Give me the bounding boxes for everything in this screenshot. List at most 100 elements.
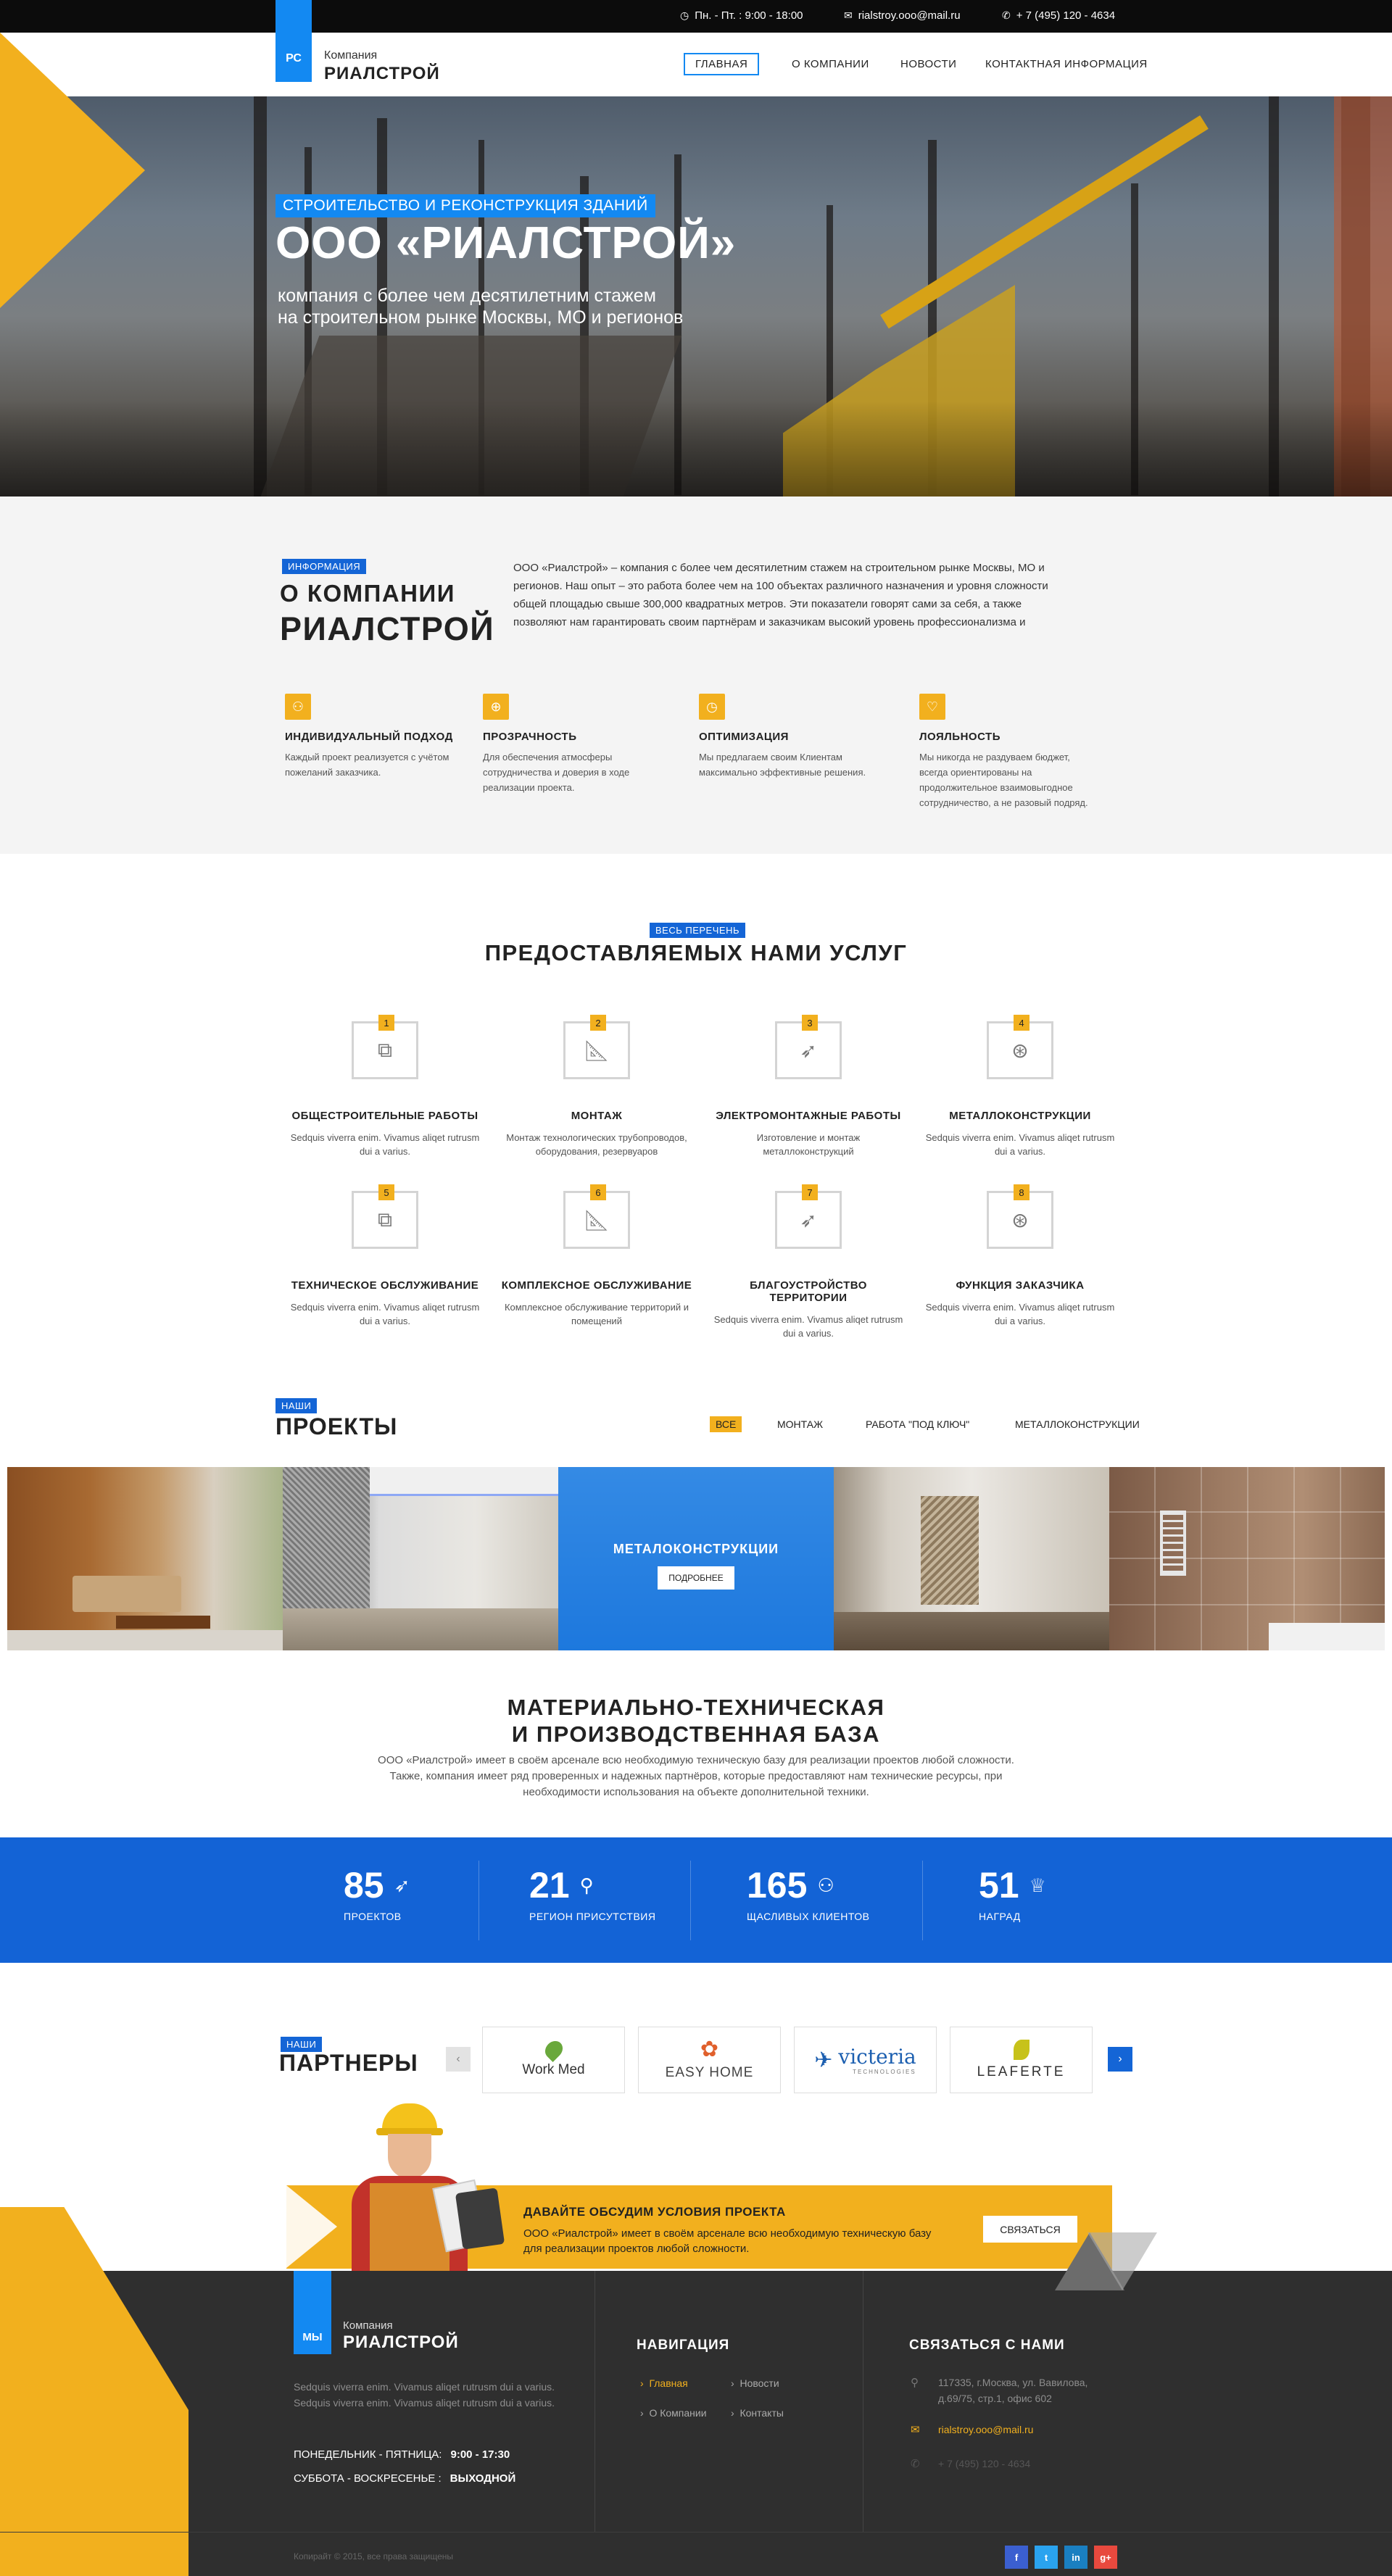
footer-hours-weekdays: ПОНЕДЕЛЬНИК - ПЯТНИЦА: 9:00 - 17:30 xyxy=(294,2448,510,2461)
logo-badge[interactable]: РС xyxy=(276,0,312,82)
services-tag: ВЕСЬ ПЕРЕЧЕНЬ xyxy=(650,923,745,938)
logo-name[interactable]: РИАЛСТРОЙ xyxy=(324,64,440,84)
location-icon: ⚲ xyxy=(911,2377,919,2389)
stat-projects: 85 ➶ ПРОЕКТОВ xyxy=(344,1865,410,1922)
service-item[interactable]: 5 ⧉ ТЕХНИЧЕСКОЕ ОБСЛУЖИВАНИЕ Sedquis vive… xyxy=(287,1184,483,1328)
globe-icon: ⊕ xyxy=(483,694,509,720)
feature-text: Каждый проект реализуется с учётом пожел… xyxy=(285,752,450,778)
lifebuoy-icon: 4 ⊛ xyxy=(987,1015,1053,1079)
footer-bottom-divider xyxy=(0,2532,1392,2533)
twitter-icon[interactable]: t xyxy=(1035,2546,1058,2569)
decor-yellow-triangle xyxy=(0,33,145,308)
copy-icon: 1 ⧉ xyxy=(352,1015,418,1079)
rocket-icon: ➶ xyxy=(394,1874,410,1896)
project-image[interactable] xyxy=(1109,1467,1385,1650)
footer-logo-name[interactable]: РИАЛСТРОЙ xyxy=(343,2332,459,2353)
project-image[interactable] xyxy=(834,1467,1109,1650)
partners-next-button[interactable]: › xyxy=(1108,2047,1132,2072)
feature-text: Мы предлагаем своим Клиентам максимально… xyxy=(699,752,866,778)
bulb-icon: ⚲ xyxy=(579,1874,594,1896)
stat-divider xyxy=(478,1861,479,1940)
ruler-icon: 6 📐︎ xyxy=(563,1184,630,1249)
projects-tag: НАШИ xyxy=(276,1398,318,1413)
footer-logo-badge[interactable]: МЫ xyxy=(294,2271,331,2354)
flower-icon: ✿ xyxy=(700,2037,719,2061)
hero-tag: СТРОИТЕЛЬСТВО И РЕКОНСТРУКЦИЯ ЗДАНИЙ xyxy=(276,194,655,217)
service-item[interactable]: 7 ➶ БЛАГОУСТРОЙСТВО ТЕРРИТОРИИ Sedquis vi… xyxy=(710,1184,906,1340)
feature-title: ОПТИМИЗАЦИЯ xyxy=(699,731,789,743)
filter-mounting[interactable]: МОНТАЖ xyxy=(777,1418,823,1430)
footer-nav-home[interactable]: › Главная xyxy=(640,2377,688,2389)
filter-turnkey[interactable]: РАБОТА "ПОД КЛЮЧ" xyxy=(866,1418,969,1430)
copyright: Копирайт © 2015, все права защищены xyxy=(294,2551,454,2562)
about-title-1: О КОМПАНИИ xyxy=(280,580,455,607)
footer-email[interactable]: rialstroy.ooo@mail.ru xyxy=(938,2424,1033,2435)
partner-logo-leaferte[interactable]: LEAFERTE xyxy=(950,2027,1093,2093)
decor-yellow-shape xyxy=(0,2207,188,2576)
filter-all[interactable]: ВСЕ xyxy=(710,1416,742,1432)
partner-logo-easyhome[interactable]: ✿ EASY HOME xyxy=(638,2027,781,2093)
base-title: МАТЕРИАЛЬНО-ТЕХНИЧЕСКАЯ И ПРОИЗВОДСТВЕНН… xyxy=(507,1695,885,1747)
feature-title: ИНДИВИДУАЛЬНЫЙ ПОДХОД xyxy=(285,731,453,743)
service-item[interactable]: 2 📐︎ МОНТАЖ Монтаж технологических трубоп… xyxy=(499,1015,695,1158)
about-title-2: РИАЛСТРОЙ xyxy=(280,610,495,647)
footer-contact-title: Связаться с нами xyxy=(909,2338,1065,2353)
service-item[interactable]: 4 ⊛ МЕТАЛЛОКОНСТРУКЦИИ Sedquis viverra en… xyxy=(922,1015,1118,1158)
about-text: ООО «Риалстрой» – компания с более чем д… xyxy=(513,562,1048,628)
service-item[interactable]: 8 ⊛ ФУНКЦИЯ ЗАКАЗЧИКА Sedquis viverra eni… xyxy=(922,1184,1118,1328)
facebook-icon[interactable]: f xyxy=(1005,2546,1028,2569)
service-item[interactable]: 1 ⧉ ОБЩЕСТРОИТЕЛЬНЫЕ РАБОТЫ Sedquis viver… xyxy=(287,1015,483,1158)
clock-icon: ◷ xyxy=(680,9,689,21)
about-section xyxy=(0,496,1392,854)
working-hours: ◷ Пн. - Пт. : 9:00 - 18:00 xyxy=(680,9,803,22)
partners-title: ПАРТНЕРЫ xyxy=(279,2050,418,2076)
top-phone[interactable]: ✆ + 7 (495) 120 - 4634 xyxy=(1002,9,1115,22)
footer-text: Sedquis viverra enim. Vivamus aliqet rut… xyxy=(294,2381,555,2409)
leaf-icon xyxy=(1013,2040,1030,2060)
footer-phone[interactable]: + 7 (495) 120 - 4634 xyxy=(938,2458,1030,2469)
nav-about[interactable]: О КОМПАНИИ xyxy=(792,58,869,70)
footer xyxy=(0,2271,1392,2576)
service-item[interactable]: 6 📐︎ КОМПЛЕКСНОЕ ОБСЛУЖИВАНИЕ Комплексное… xyxy=(499,1184,695,1328)
heart-icon: ♡ xyxy=(919,694,945,720)
footer-address: 117335, г.Москва, ул. Вавилова, д.69/75,… xyxy=(938,2377,1088,2404)
filter-metal[interactable]: МЕТАЛЛОКОНСТРУКЦИИ xyxy=(1015,1418,1140,1430)
base-text: ООО «Риалстрой» имеет в своём арсенале в… xyxy=(378,1754,1014,1798)
google-plus-icon[interactable]: g+ xyxy=(1094,2546,1117,2569)
linkedin-icon[interactable]: in xyxy=(1064,2546,1088,2569)
logo-small-text: Компания xyxy=(324,49,378,62)
project-image[interactable] xyxy=(7,1467,283,1650)
partner-logo-victeria[interactable]: ✈ victeria TECHNOLOGIES xyxy=(794,2027,937,2093)
footer-nav-about[interactable]: › О Компании xyxy=(640,2407,707,2419)
project-image[interactable]: МЕТАЛОКОНСТРУКЦИИ ПОДРОБНЕЕ xyxy=(558,1467,834,1650)
footer-nav-news[interactable]: › Новости xyxy=(731,2377,779,2389)
top-email[interactable]: ✉ rialstroy.ooo@mail.ru xyxy=(844,9,961,22)
feature-text: Для обеспечения атмосферы сотрудничества… xyxy=(483,752,630,793)
nav-contacts[interactable]: КОНТАКТНАЯ ИНФОРМАЦИЯ xyxy=(985,58,1148,70)
hero-title: ООО «РИАЛСТРОЙ» xyxy=(276,218,737,268)
ruler-icon: 2 📐︎ xyxy=(563,1015,630,1079)
rocket-icon: 7 ➶ xyxy=(775,1184,842,1249)
trophy-icon: ♕ xyxy=(1029,1874,1046,1896)
bird-icon: ✈ xyxy=(814,2048,833,2072)
nav-home[interactable]: ГЛАВНАЯ xyxy=(684,53,760,75)
nav-news[interactable]: НОВОСТИ xyxy=(900,58,956,70)
project-more-button[interactable]: ПОДРОБНЕЕ xyxy=(658,1566,734,1590)
project-image[interactable] xyxy=(283,1467,558,1650)
phone-icon: ✆ xyxy=(1002,9,1011,21)
copy-icon: 5 ⧉ xyxy=(352,1184,418,1249)
stat-regions: 21 ⚲ РЕГИОН ПРИСУТСТВИЯ xyxy=(529,1865,656,1922)
partner-logo-workmed[interactable]: Work Med xyxy=(482,2027,625,2093)
clock-icon: ◷ xyxy=(699,694,725,720)
services-title: ПРЕДОСТАВЛЯЕМЫХ НАМИ УСЛУГ xyxy=(484,940,908,965)
phone-icon: ✆ xyxy=(911,2458,920,2470)
hero-subtitle: компания с более чем десятилетним стажем… xyxy=(278,286,684,328)
chevron-right-icon: › xyxy=(1118,2053,1122,2065)
feature-title: ЛОЯЛЬНОСТЬ xyxy=(919,731,1000,743)
partners-prev-button[interactable]: ‹ xyxy=(446,2047,471,2072)
about-tag: ИНФОРМАЦИЯ xyxy=(282,559,367,574)
service-item[interactable]: 3 ➶ ЭЛЕКТРОМОНТАЖНЫЕ РАБОТЫ Изготовление … xyxy=(710,1015,906,1158)
mail-icon: ✉ xyxy=(911,2424,920,2436)
decor-grey-triangle xyxy=(1088,2232,1157,2290)
footer-nav-contacts[interactable]: › Контакты xyxy=(731,2407,784,2419)
